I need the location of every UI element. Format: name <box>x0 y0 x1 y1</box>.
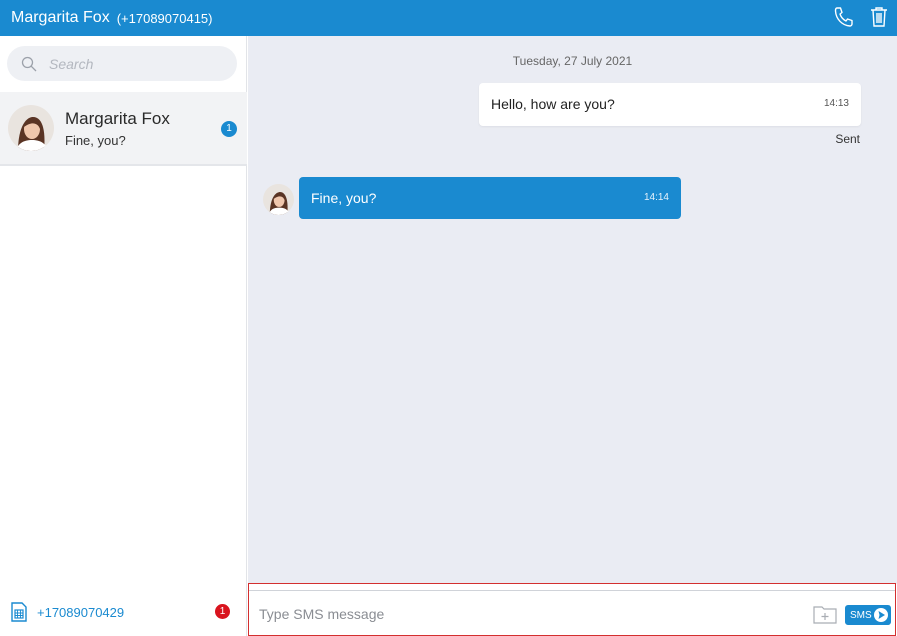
sidebar-footer[interactable]: +17089070429 1 <box>0 588 247 636</box>
date-separator: Tuesday, 27 July 2021 <box>512 54 633 68</box>
conversation-preview: Fine, you? <box>65 132 126 148</box>
sender-avatar <box>263 184 294 215</box>
unread-badge: 1 <box>221 121 237 137</box>
trash-icon[interactable] <box>869 6 889 28</box>
message-text: Hello, how are you? <box>491 96 615 112</box>
send-button-label: SMS <box>850 609 872 621</box>
search-box <box>7 46 237 81</box>
conversation-header: Margarita Fox (+17089070415) <box>0 0 897 36</box>
search-input[interactable] <box>49 55 219 72</box>
phone-icon[interactable] <box>833 6 853 28</box>
sim-card-icon <box>11 602 27 622</box>
composer-divider <box>249 590 895 591</box>
send-sms-button[interactable]: SMS <box>845 605 891 625</box>
send-arrow-icon <box>874 608 888 622</box>
chat-area: Tuesday, 27 July 2021 Hello, how are you… <box>248 36 897 584</box>
message-text: Fine, you? <box>311 190 377 206</box>
header-contact-name: Margarita Fox <box>11 9 110 26</box>
outgoing-message[interactable]: Hello, how are you? 14:13 <box>479 83 861 126</box>
message-input[interactable] <box>259 606 799 622</box>
message-status: Sent <box>835 132 860 146</box>
message-time: 14:14 <box>643 192 669 203</box>
incoming-message[interactable]: Fine, you? 14:14 <box>299 177 681 219</box>
message-composer: SMS <box>248 583 896 636</box>
conversation-item[interactable]: Margarita Fox Fine, you? 1 <box>0 92 247 166</box>
conversation-sidebar: Margarita Fox Fine, you? 1 +17089070429 … <box>0 36 247 636</box>
footer-unread-badge: 1 <box>215 604 230 619</box>
attach-file-icon[interactable] <box>813 604 837 624</box>
header-actions <box>833 6 889 28</box>
search-icon <box>21 56 37 71</box>
conversation-name: Margarita Fox <box>65 108 170 128</box>
message-time: 14:13 <box>823 98 849 109</box>
my-phone-number: +17089070429 <box>37 604 125 620</box>
header-contact-number: (+17089070415) <box>116 10 213 26</box>
contact-avatar <box>8 105 54 151</box>
